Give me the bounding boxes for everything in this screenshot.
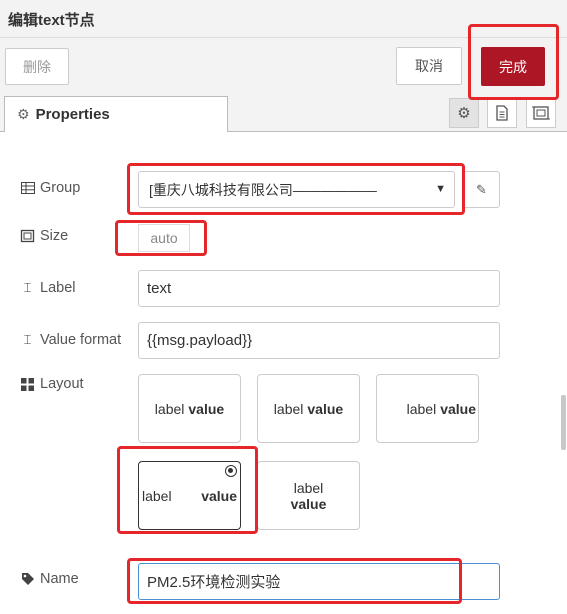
tab-bar: ⚙ Properties ⚙ bbox=[0, 94, 567, 133]
size-label-row: Size bbox=[20, 228, 68, 244]
layout-option-value: value bbox=[290, 495, 327, 512]
gear-icon: ⚙ bbox=[457, 105, 471, 122]
label-input[interactable]: text bbox=[138, 270, 500, 307]
selected-radio-icon bbox=[225, 465, 237, 477]
value-format-label: Value format bbox=[40, 332, 122, 348]
scrollbar-thumb[interactable] bbox=[561, 395, 566, 450]
layout-option-3[interactable]: label value bbox=[376, 374, 479, 443]
layout-option-2[interactable]: label value bbox=[257, 374, 360, 443]
name-label: Name bbox=[40, 571, 79, 587]
text-cursor-icon: ⌶ bbox=[23, 332, 32, 347]
document-icon bbox=[496, 105, 508, 121]
name-label-row: Name bbox=[20, 571, 79, 587]
delete-button[interactable]: 删除 bbox=[5, 48, 69, 85]
tab-properties-label: Properties bbox=[35, 106, 110, 123]
group-select[interactable]: [重庆八城科技有限公司—————— ▼ bbox=[138, 171, 455, 208]
group-select-value: [重庆八城科技有限公司—————— bbox=[149, 181, 377, 198]
tab-properties[interactable]: ⚙ Properties bbox=[4, 96, 228, 133]
settings-tab-button[interactable]: ⚙ bbox=[449, 98, 479, 128]
layout-option-label: label bbox=[293, 479, 324, 496]
layout-option-label: label bbox=[142, 487, 172, 504]
layout-option-value: value bbox=[440, 400, 476, 417]
gear-icon: ⚙ bbox=[17, 106, 30, 122]
text-cursor-icon: ⌶ bbox=[23, 280, 32, 295]
caret-down-icon: ▼ bbox=[435, 183, 446, 195]
frame-icon bbox=[20, 229, 35, 243]
done-button[interactable]: 完成 bbox=[481, 47, 545, 86]
layout-option-value: value bbox=[188, 400, 225, 417]
edit-group-button[interactable]: ✎ bbox=[463, 171, 500, 208]
layout-option-label: label bbox=[154, 400, 185, 417]
layout-option-label: label bbox=[273, 400, 304, 417]
description-tab-button[interactable] bbox=[487, 98, 517, 128]
group-label-row: Group bbox=[20, 180, 80, 196]
cancel-button[interactable]: 取消 bbox=[396, 47, 462, 85]
layout-label: Layout bbox=[40, 376, 84, 392]
tag-icon bbox=[20, 572, 35, 586]
layout-option-label: label bbox=[406, 400, 437, 417]
dialog-title: 编辑text节点 bbox=[8, 12, 95, 29]
value-format-row: ⌶ Value format bbox=[20, 332, 122, 348]
table-icon bbox=[20, 182, 35, 194]
group-label: Group bbox=[40, 180, 81, 196]
layout-option-1[interactable]: label value bbox=[138, 374, 241, 443]
pencil-icon: ✎ bbox=[476, 181, 487, 197]
dialog-titlebar: 编辑text节点 bbox=[0, 0, 567, 38]
grid-icon bbox=[20, 377, 35, 391]
size-picker-button[interactable]: auto bbox=[138, 224, 190, 252]
name-input[interactable]: PM2.5环境检测实验 bbox=[138, 563, 500, 600]
appearance-tab-button[interactable] bbox=[526, 98, 556, 128]
label-field-label: Label bbox=[40, 280, 76, 296]
layout-label-row: Layout bbox=[20, 376, 84, 392]
value-format-input[interactable]: {{msg.payload}} bbox=[138, 322, 500, 359]
layout-option-value: value bbox=[201, 487, 237, 504]
layout-option-value: value bbox=[307, 400, 344, 417]
size-label: Size bbox=[40, 228, 69, 244]
layout-option-5[interactable]: label value bbox=[257, 461, 360, 530]
label-field-row: ⌶ Label bbox=[20, 280, 76, 296]
layout-option-4-selected[interactable]: label value bbox=[138, 461, 241, 530]
dialog-toolbar: 删除 取消 完成 bbox=[0, 38, 567, 94]
frame-icon bbox=[532, 106, 550, 120]
